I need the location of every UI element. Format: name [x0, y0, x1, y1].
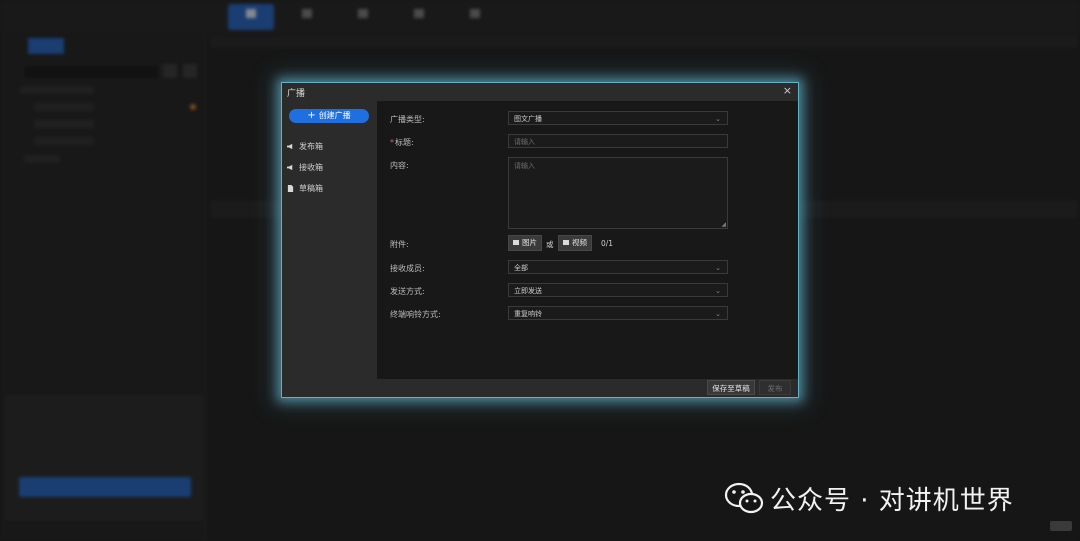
publish-button[interactable]: 发布 — [759, 380, 791, 395]
megaphone-icon — [287, 143, 293, 150]
chevron-down-icon: ⌄ — [715, 115, 721, 123]
sidebar-item-inbox[interactable]: 接收箱 — [287, 162, 323, 174]
tree-row[interactable] — [34, 137, 94, 145]
title-input[interactable]: 请输入 — [508, 134, 728, 148]
left-tab-3[interactable] — [144, 38, 180, 54]
chevron-down-icon: ⌄ — [715, 310, 721, 318]
dialog-form: 广播类型: 图文广播 ⌄ *标题: 请输入 内容: 请输入 ◢ 附件: 图片 或… — [377, 101, 798, 379]
document-icon — [287, 185, 294, 192]
recipients-label: 接收成员: — [390, 264, 425, 273]
dialog-title: 广播 — [287, 89, 306, 99]
ring-mode-label: 终端响铃方式: — [390, 310, 441, 319]
content-textarea[interactable]: 请输入 ◢ — [508, 157, 728, 229]
title-label: *标题: — [390, 138, 414, 147]
left-tab-1[interactable] — [28, 38, 64, 54]
top-nav-item-5[interactable] — [452, 4, 498, 30]
main-header-strip — [210, 36, 1078, 48]
sidebar-item-label: 发布箱 — [299, 142, 323, 151]
create-broadcast-button[interactable]: + 创建广播 — [289, 109, 369, 123]
video-icon — [563, 240, 569, 245]
save-draft-button[interactable]: 保存至草稿 — [707, 380, 755, 395]
sidebar-item-label: 草稿箱 — [299, 184, 323, 193]
broadcast-dialog: 广播 × + 创建广播 发布箱 接收箱 草稿箱 广播类型: 图文广播 ⌄ *标题:… — [281, 82, 799, 398]
attachment-count: 0/1 — [601, 239, 614, 248]
left-tab-2[interactable] — [88, 38, 124, 54]
megaphone-icon — [287, 164, 293, 171]
top-nav-item-2[interactable] — [284, 4, 330, 30]
status-dot — [190, 104, 196, 110]
top-nav-item-4[interactable] — [396, 4, 442, 30]
tree-row[interactable] — [34, 103, 94, 111]
sidebar-item-outbox[interactable]: 发布箱 — [287, 141, 323, 153]
recipients-select[interactable]: 全部 ⌄ — [508, 260, 728, 274]
corner-tag — [1050, 521, 1072, 531]
chevron-down-icon: ⌄ — [715, 264, 721, 272]
left-pane — [0, 34, 206, 541]
image-upload-button[interactable]: 图片 — [508, 235, 542, 251]
left-bottom-panel — [6, 396, 202, 520]
broadcast-type-value: 图文广播 — [514, 115, 542, 123]
left-tool-button-1[interactable] — [163, 64, 177, 78]
broadcast-type-select[interactable]: 图文广播 ⌄ — [508, 111, 728, 125]
tree-row[interactable] — [34, 120, 94, 128]
left-search-input[interactable] — [22, 64, 160, 80]
tree-row[interactable] — [24, 155, 60, 163]
left-panel-action-button[interactable] — [19, 477, 191, 497]
or-text: 或 — [546, 240, 554, 249]
dialog-sidebar: + 创建广播 发布箱 接收箱 草稿箱 — [282, 101, 376, 397]
sidebar-item-drafts[interactable]: 草稿箱 — [287, 183, 323, 195]
send-mode-select[interactable]: 立即发送 ⌄ — [508, 283, 728, 297]
create-broadcast-label: 创建广播 — [318, 111, 351, 120]
ring-mode-select[interactable]: 重复响铃 ⌄ — [508, 306, 728, 320]
resize-handle-icon[interactable]: ◢ — [721, 221, 726, 228]
image-icon — [513, 240, 519, 245]
content-placeholder: 请输入 — [514, 162, 535, 170]
top-nav-item-1[interactable] — [228, 4, 274, 30]
chevron-down-icon: ⌄ — [715, 287, 721, 295]
tree-row[interactable] — [20, 86, 94, 94]
send-mode-label: 发送方式: — [390, 287, 425, 296]
plus-icon: + — [307, 110, 316, 121]
top-nav-item-3[interactable] — [340, 4, 386, 30]
close-icon[interactable]: × — [783, 84, 792, 97]
attachment-label: 附件: — [390, 240, 409, 249]
watermark: 公众号 · 对讲机世界 — [724, 481, 1014, 516]
dialog-footer: 保存至草稿 发布 — [377, 379, 798, 397]
video-upload-button[interactable]: 视频 — [558, 235, 592, 251]
broadcast-type-label: 广播类型: — [390, 115, 425, 124]
watermark-text: 公众号 · 对讲机世界 — [770, 485, 1014, 516]
content-label: 内容: — [390, 161, 409, 170]
left-tool-button-2[interactable] — [183, 64, 197, 78]
sidebar-item-label: 接收箱 — [299, 163, 323, 172]
app-top-bar — [0, 0, 1080, 35]
wechat-logo-icon — [724, 482, 764, 514]
